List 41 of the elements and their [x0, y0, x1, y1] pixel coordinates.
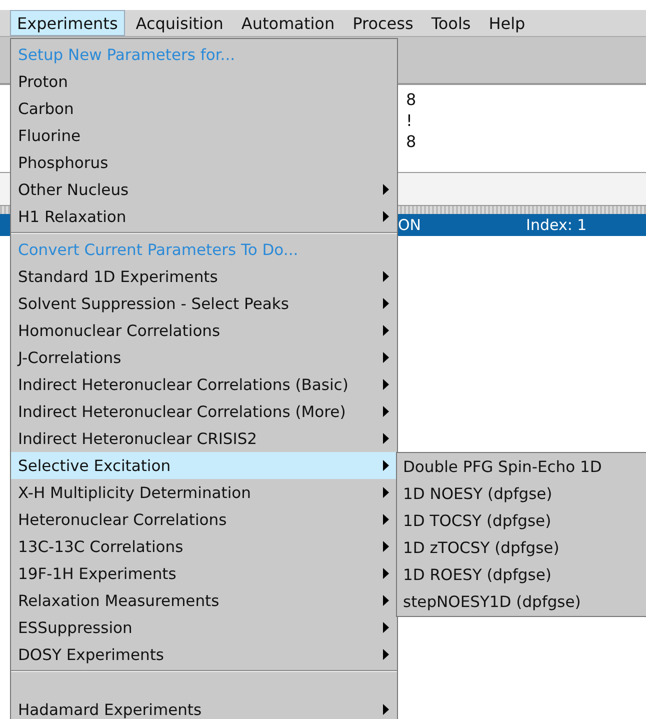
menu-section-header: Convert Current Parameters To Do...: [17, 240, 300, 260]
log-line: !: [406, 110, 414, 131]
menu-item[interactable]: Double PFG Spin-Echo 1D: [397, 453, 646, 480]
menu-title[interactable]: Tools: [424, 10, 478, 36]
menu-item[interactable]: Carbon: [11, 95, 397, 122]
menu-item[interactable]: H1 Relaxation: [11, 203, 397, 230]
menu-item[interactable]: Heteronuclear Correlations: [11, 506, 397, 533]
menu-item[interactable]: Phosphorus: [11, 149, 397, 176]
menu-title[interactable]: Automation: [234, 10, 342, 36]
status-mode: ON: [398, 216, 422, 234]
menu-item[interactable]: Proton: [11, 68, 397, 95]
status-index: Index: 1: [526, 216, 587, 234]
menu-item[interactable]: Relaxation Measurements: [11, 587, 397, 614]
menu-item[interactable]: Indirect Heteronuclear Correlations (More): [11, 398, 397, 425]
menu-item[interactable]: 13C-13C Correlations: [11, 533, 397, 560]
menu-item[interactable]: Solvent Suppression - Select Peaks: [11, 290, 397, 317]
menu-item[interactable]: Indirect Heteronuclear CRISIS2: [11, 425, 397, 452]
menu-item[interactable]: 1D ROESY (dpfgse): [397, 561, 646, 588]
menu-item[interactable]: 1D zTOCSY (dpfgse): [397, 534, 646, 561]
menu-item[interactable]: Homonuclear Correlations: [11, 317, 397, 344]
menu-item[interactable]: Hadamard Experiments: [11, 696, 397, 719]
menu-item[interactable]: J-Correlations: [11, 344, 397, 371]
log-line: 8: [406, 89, 418, 110]
menu-item[interactable]: Fluorine: [11, 122, 397, 149]
menu-item[interactable]: Selective Excitation: [11, 452, 397, 479]
menu-item[interactable]: Standard 1D Experiments: [11, 263, 397, 290]
menu-title[interactable]: Experiments: [10, 10, 125, 36]
menu-item[interactable]: DOSY Experiments: [11, 641, 397, 668]
menu-item[interactable]: Indirect Heteronuclear Correlations (Basic): [11, 371, 397, 398]
menu-item[interactable]: 19F-1H Experiments: [11, 560, 397, 587]
menu-item[interactable]: X-H Multiplicity Determination: [11, 479, 397, 506]
menu-section-header: Setup New Parameters for...: [17, 44, 236, 66]
menu-title[interactable]: Help: [482, 10, 532, 36]
menu-title[interactable]: Process: [346, 10, 420, 36]
menu-title[interactable]: Acquisition: [128, 10, 230, 36]
menu-item[interactable]: 1D NOESY (dpfgse): [397, 480, 646, 507]
menu-item[interactable]: Other Nucleus: [11, 176, 397, 203]
log-line: 8: [406, 131, 418, 152]
menu-item[interactable]: stepNOESY1D (dpfgse): [397, 588, 646, 615]
menu-item[interactable]: 1D TOCSY (dpfgse): [397, 507, 646, 534]
menu-item[interactable]: ESSuppression: [11, 614, 397, 641]
